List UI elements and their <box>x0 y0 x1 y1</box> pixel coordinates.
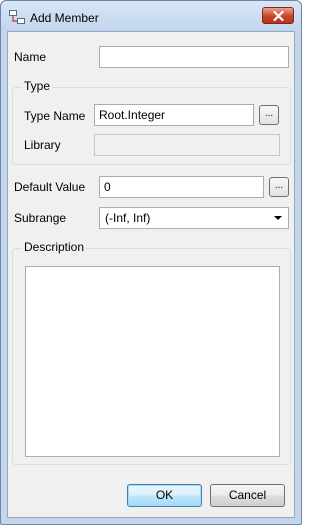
name-field[interactable] <box>99 46 289 68</box>
title-bar[interactable]: Add Member <box>1 1 301 31</box>
type-name-browse-button[interactable]: ... <box>259 105 279 125</box>
type-name-field[interactable] <box>94 104 254 126</box>
subrange-selected-value: (-Inf, Inf) <box>105 211 151 225</box>
window-title: Add Member <box>30 11 99 25</box>
type-name-label: Type Name <box>24 109 86 123</box>
dialog-body: Name Type Type Name ... Library Default … <box>7 31 295 518</box>
description-caption: Description <box>22 240 87 254</box>
close-button[interactable] <box>262 7 294 24</box>
name-label: Name <box>14 50 47 64</box>
hierarchy-icon <box>9 10 25 24</box>
subrange-label: Subrange <box>14 211 67 225</box>
subrange-dropdown[interactable]: (-Inf, Inf) <box>99 207 289 229</box>
default-value-field[interactable] <box>99 176 264 198</box>
library-label: Library <box>24 138 61 152</box>
description-textarea[interactable] <box>25 266 280 457</box>
default-value-label: Default Value <box>14 180 86 194</box>
chevron-down-icon <box>274 216 282 220</box>
library-field <box>94 134 280 156</box>
close-icon <box>273 11 284 21</box>
default-value-browse-button[interactable]: ... <box>269 177 289 197</box>
add-member-dialog: Add Member Name Type Type Name ... Libra… <box>0 0 302 525</box>
type-group-caption: Type <box>22 79 53 93</box>
cancel-button[interactable]: Cancel <box>210 484 285 507</box>
ok-button[interactable]: OK <box>127 484 202 507</box>
